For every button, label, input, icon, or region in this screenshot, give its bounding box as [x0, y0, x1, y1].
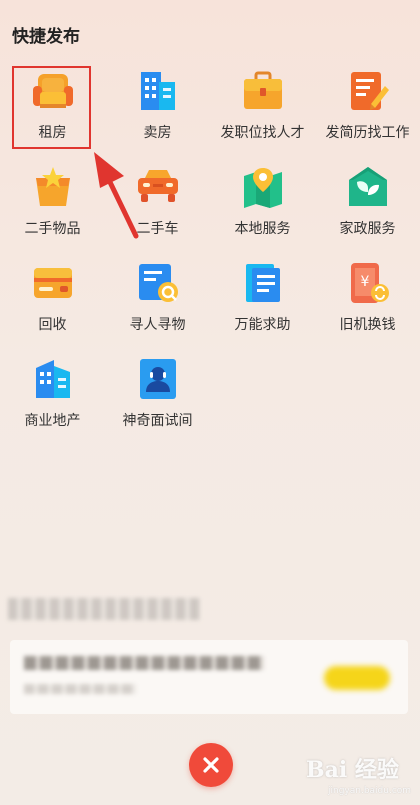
home-leaf-icon [348, 167, 387, 206]
quick-item-label: 家政服务 [339, 221, 396, 237]
watermark-url: jingyan.baidu.com [328, 786, 412, 796]
quick-item-housekeeping[interactable]: 家政服务 [315, 158, 420, 248]
quick-item-interview-room[interactable]: 神奇面试间 [105, 350, 210, 440]
sofa-icon [32, 74, 73, 108]
quick-item-label: 本地服务 [234, 221, 291, 237]
quick-item-label: 发简历找工作 [325, 125, 410, 141]
red-arrow-annotation [94, 152, 139, 239]
document-icon [245, 264, 280, 302]
star-box-icon [35, 167, 70, 206]
quick-item-label: 万能求助 [234, 317, 291, 333]
search-doc-icon [138, 264, 178, 302]
quick-item-lost-found[interactable]: 寻人寻物 [105, 254, 210, 344]
quick-item-local-service[interactable]: 本地服务 [210, 158, 315, 248]
quick-item-label: 二手物品 [24, 221, 81, 237]
blurred-text [8, 598, 200, 620]
quick-item-label: 旧机换钱 [339, 317, 396, 333]
svg-text:¥: ¥ [360, 274, 369, 290]
quick-item-commercial-property[interactable]: 商业地产 [0, 350, 105, 440]
quick-item-label: 神奇面试间 [122, 413, 193, 429]
resume-pen-icon [350, 72, 389, 110]
phone-exchange-icon: ¥ [350, 263, 389, 303]
blurred-button[interactable] [324, 666, 390, 690]
briefcase-icon [243, 71, 282, 109]
blurred-text [24, 656, 264, 670]
quick-item-sell-house[interactable]: 卖房 [105, 62, 210, 152]
quick-item-rent[interactable]: 租房 [0, 62, 105, 152]
quick-item-label: 发职位找人才 [220, 125, 305, 141]
quick-item-label: 卖房 [143, 125, 172, 141]
quick-item-post-resume[interactable]: 发简历找工作 [315, 62, 420, 152]
quick-item-label: 租房 [38, 125, 67, 141]
draft-card[interactable] [10, 640, 408, 714]
close-icon [203, 757, 219, 773]
quick-item-recycle[interactable]: 回收 [0, 254, 105, 344]
watermark: Bai 经验 [306, 757, 399, 783]
blurred-text [24, 684, 136, 694]
page-title: 快捷发布 [12, 27, 80, 47]
quick-item-label: 商业地产 [24, 413, 81, 429]
quick-item-post-job[interactable]: 发职位找人才 [210, 62, 315, 152]
quick-item-label: 寻人寻物 [129, 317, 186, 333]
quick-item-general-help[interactable]: 万能求助 [210, 254, 315, 344]
close-button[interactable] [189, 743, 233, 787]
wallet-icon [33, 268, 72, 298]
buildings-icon [140, 72, 175, 110]
interview-avatar-icon [139, 359, 176, 399]
quick-item-label: 回收 [38, 317, 67, 333]
office-building-icon [35, 360, 70, 398]
quick-item-old-phone-cash[interactable]: ¥ 旧机换钱 [315, 254, 420, 344]
map-pin-icon [243, 168, 282, 208]
